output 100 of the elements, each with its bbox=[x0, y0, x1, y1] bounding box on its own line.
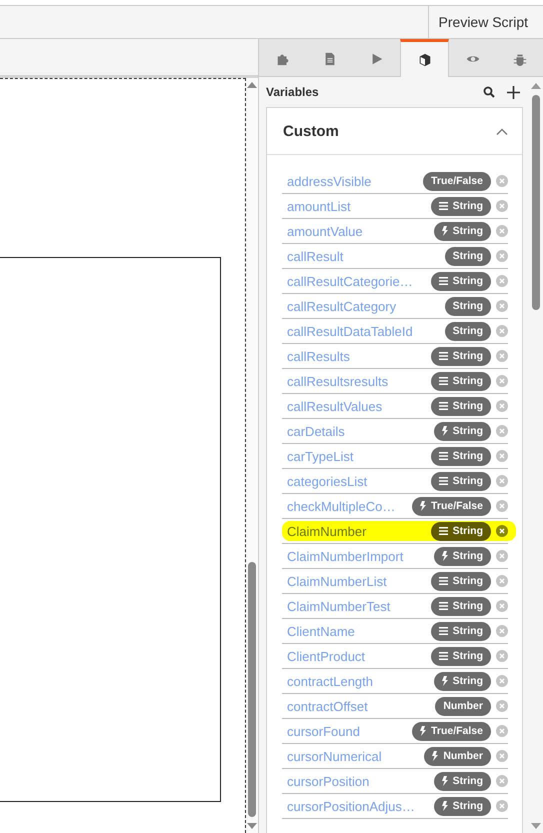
type-label: True/False bbox=[431, 725, 483, 737]
type-label: String bbox=[452, 200, 483, 212]
list-icon bbox=[438, 277, 448, 285]
remove-icon[interactable] bbox=[496, 450, 508, 462]
remove-icon[interactable] bbox=[496, 175, 508, 187]
type-label: String bbox=[452, 225, 483, 237]
variable-name[interactable]: checkMultipleCo… bbox=[287, 498, 412, 514]
remove-icon[interactable] bbox=[496, 725, 508, 737]
lightning-icon bbox=[442, 426, 448, 436]
remove-icon[interactable] bbox=[496, 750, 508, 762]
variable-name[interactable]: callResultDataTableId bbox=[287, 324, 445, 338]
remove-icon[interactable] bbox=[496, 650, 508, 662]
scroll-up-icon[interactable] bbox=[247, 82, 257, 88]
variable-name[interactable]: ClaimNumber bbox=[287, 524, 431, 538]
variable-name[interactable]: carTypeList bbox=[287, 448, 431, 464]
variable-name[interactable]: callResultCategory bbox=[287, 298, 445, 314]
list-icon bbox=[438, 352, 448, 360]
remove-icon[interactable] bbox=[496, 375, 508, 387]
remove-icon[interactable] bbox=[496, 350, 508, 362]
puzzle-icon bbox=[276, 52, 290, 66]
remove-icon[interactable] bbox=[496, 800, 508, 812]
scroll-up-icon[interactable] bbox=[531, 83, 541, 89]
remove-icon[interactable] bbox=[496, 300, 508, 312]
variable-name[interactable]: carDetails bbox=[287, 424, 434, 438]
document-icon bbox=[322, 52, 336, 66]
type-label: String bbox=[452, 775, 483, 787]
variable-name[interactable]: ClientProduct bbox=[287, 648, 431, 664]
type-label: Number bbox=[443, 700, 483, 712]
variable-name[interactable]: categoriesList bbox=[287, 474, 431, 488]
remove-icon[interactable] bbox=[496, 275, 508, 287]
type-label: String bbox=[452, 575, 483, 587]
variable-name[interactable]: callResultValues bbox=[287, 398, 431, 414]
variable-name[interactable]: cursorNumerical bbox=[287, 748, 424, 764]
type-label: Number bbox=[443, 750, 483, 762]
scroll-thumb[interactable] bbox=[532, 95, 540, 310]
list-icon bbox=[438, 377, 448, 385]
variable-name[interactable]: contractLength bbox=[287, 674, 434, 688]
remove-icon[interactable] bbox=[496, 625, 508, 637]
lightning-icon bbox=[442, 776, 448, 786]
type-label: String bbox=[452, 650, 483, 662]
list-icon bbox=[438, 202, 448, 210]
variable-name[interactable]: ClaimNumberImport bbox=[287, 548, 434, 564]
remove-icon[interactable] bbox=[496, 775, 508, 787]
remove-icon[interactable] bbox=[496, 550, 508, 562]
type-label: String bbox=[452, 450, 483, 462]
remove-icon[interactable] bbox=[496, 525, 508, 537]
type-label: String bbox=[452, 275, 483, 287]
variable-name[interactable]: cursorPositionAdjus… bbox=[287, 798, 434, 814]
lightning-icon bbox=[442, 676, 448, 686]
remove-icon[interactable] bbox=[496, 675, 508, 687]
list-icon bbox=[438, 627, 448, 635]
remove-icon[interactable] bbox=[496, 225, 508, 237]
remove-icon[interactable] bbox=[496, 425, 508, 437]
variable-name[interactable]: ClaimNumberTest bbox=[287, 598, 431, 614]
variable-name[interactable]: cursorFound bbox=[287, 724, 412, 738]
type-label: String bbox=[452, 625, 483, 637]
remove-icon[interactable] bbox=[496, 600, 508, 612]
list-icon bbox=[438, 452, 448, 460]
variable-name[interactable]: callResult bbox=[287, 248, 445, 264]
remove-icon[interactable] bbox=[496, 500, 508, 512]
type-label: String bbox=[452, 525, 483, 537]
variable-name[interactable]: cursorPosition bbox=[287, 774, 434, 788]
section-title: Custom bbox=[283, 122, 340, 140]
type-label: String bbox=[452, 800, 483, 812]
type-label: True/False bbox=[431, 500, 483, 512]
type-label: String bbox=[452, 600, 483, 612]
remove-icon[interactable] bbox=[496, 700, 508, 712]
variable-name[interactable]: amountValue bbox=[287, 224, 434, 238]
list-icon bbox=[438, 577, 448, 585]
type-label: String bbox=[452, 475, 483, 487]
lightning-icon bbox=[420, 726, 426, 736]
variable-name[interactable]: addressVisible bbox=[287, 174, 424, 188]
list-icon bbox=[438, 477, 448, 485]
remove-icon[interactable] bbox=[496, 400, 508, 412]
remove-icon[interactable] bbox=[496, 475, 508, 487]
search-icon[interactable] bbox=[483, 86, 495, 98]
variable-name[interactable]: ClientName bbox=[287, 624, 431, 638]
type-label: String bbox=[452, 350, 483, 362]
remove-icon[interactable] bbox=[496, 250, 508, 262]
variable-name[interactable]: callResultsresults bbox=[287, 374, 431, 388]
chevron-icon[interactable] bbox=[496, 128, 508, 134]
scroll-down-icon[interactable] bbox=[531, 823, 541, 829]
type-label: String bbox=[452, 425, 483, 437]
lightning-icon bbox=[442, 551, 448, 561]
type-label: String bbox=[452, 325, 483, 337]
list-icon bbox=[438, 652, 448, 660]
scroll-thumb[interactable] bbox=[248, 562, 256, 817]
variable-name[interactable]: contractOffset bbox=[287, 698, 436, 714]
panel-tab[interactable] bbox=[400, 39, 449, 77]
scroll-down-icon[interactable] bbox=[247, 823, 257, 829]
remove-icon[interactable] bbox=[496, 575, 508, 587]
lightning-icon bbox=[442, 801, 448, 811]
type-label: String bbox=[452, 250, 483, 262]
remove-icon[interactable] bbox=[496, 200, 508, 212]
variable-name[interactable]: ClaimNumberList bbox=[287, 574, 431, 588]
variable-name[interactable]: callResultCategorie… bbox=[287, 274, 431, 288]
variable-name[interactable]: amountList bbox=[287, 198, 431, 214]
variable-name[interactable]: callResults bbox=[287, 348, 431, 364]
add-icon[interactable] bbox=[507, 86, 520, 98]
remove-icon[interactable] bbox=[496, 325, 508, 337]
